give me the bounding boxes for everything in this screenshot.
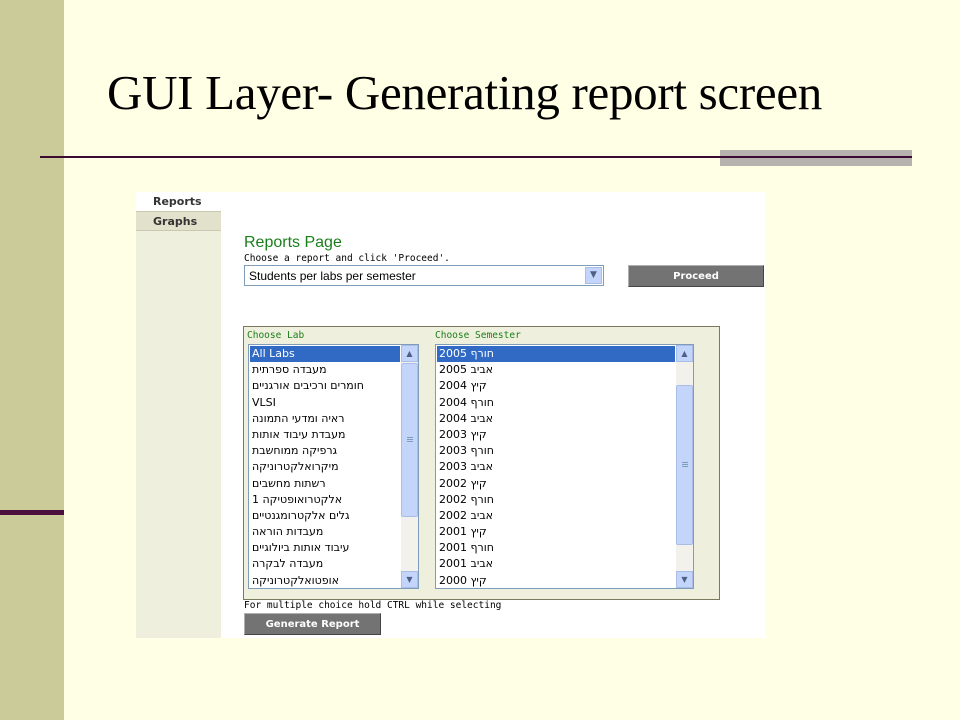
- multi-select-hint: For multiple choice hold CTRL while sele…: [244, 600, 502, 611]
- lab-options: All Labs מעבדה ספרתית חומרים ורכיבים אורגנ…: [250, 346, 400, 588]
- lab-listbox[interactable]: All Labs מעבדה ספרתית חומרים ורכיבים אורגנ…: [248, 344, 419, 589]
- semester-scroll-thumb[interactable]: [676, 385, 693, 545]
- lab-option[interactable]: מעבדות הוראה: [250, 524, 400, 540]
- lab-option[interactable]: רשתות מחשבים: [250, 476, 400, 492]
- semester-option[interactable]: חורף 2002: [437, 492, 675, 508]
- semester-listbox[interactable]: חורף 2005 אביב 2005 קיץ 2004 חורף 2004 אביב …: [435, 344, 694, 589]
- semester-option[interactable]: חורף 2005: [437, 346, 675, 363]
- semester-option[interactable]: אביב 2001: [437, 556, 675, 572]
- lab-scrollbar[interactable]: ▲ ▼: [401, 345, 418, 588]
- semester-option[interactable]: קיץ 2004: [437, 378, 675, 394]
- lab-option[interactable]: עיבוד אותות ביולוגיים: [250, 540, 400, 556]
- proceed-button[interactable]: Proceed: [628, 265, 764, 287]
- semester-option[interactable]: אביב 2004: [437, 411, 675, 427]
- sidebar: Reports Graphs: [136, 192, 221, 638]
- semester-options: חורף 2005 אביב 2005 קיץ 2004 חורף 2004 אביב …: [437, 346, 675, 588]
- lab-option[interactable]: אופטואלקטרוניקה: [250, 573, 400, 588]
- semester-option[interactable]: קיץ 2000: [437, 573, 675, 588]
- semester-option[interactable]: קיץ 2002: [437, 476, 675, 492]
- semester-option[interactable]: אביב 2002: [437, 508, 675, 524]
- slide-band-accent: [0, 510, 64, 515]
- lab-option[interactable]: חומרים ורכיבים אורגניים: [250, 378, 400, 394]
- choose-lab-label: Choose Lab: [247, 330, 305, 341]
- report-type-select[interactable]: Students per labs per semester ▼: [244, 265, 604, 286]
- grip-icon: [407, 437, 413, 442]
- lab-option[interactable]: מעבדה לבקרה: [250, 556, 400, 572]
- arrow-down-icon[interactable]: ▼: [676, 571, 693, 588]
- choose-semester-label: Choose Semester: [435, 330, 521, 341]
- instruction-text: Choose a report and click 'Proceed'.: [244, 253, 450, 264]
- semester-option[interactable]: חורף 2003: [437, 443, 675, 459]
- lab-scroll-thumb[interactable]: [401, 363, 418, 517]
- semester-option[interactable]: קיץ 2003: [437, 427, 675, 443]
- generate-report-button[interactable]: Generate Report: [244, 613, 381, 635]
- lab-option[interactable]: VLSI: [250, 395, 400, 411]
- sidebar-item-reports[interactable]: Reports: [136, 192, 221, 212]
- report-type-value: Students per labs per semester: [249, 269, 416, 283]
- report-app-screenshot: Reports Graphs Reports Page Choose a rep…: [136, 192, 766, 638]
- chevron-down-icon[interactable]: ▼: [585, 267, 602, 284]
- semester-option[interactable]: חורף 2004: [437, 395, 675, 411]
- semester-option[interactable]: קיץ 2001: [437, 524, 675, 540]
- lab-option[interactable]: מעבדת עיבוד אותות: [250, 427, 400, 443]
- lab-option[interactable]: ראיה ומדעי התמונה: [250, 411, 400, 427]
- sidebar-item-graphs[interactable]: Graphs: [136, 211, 221, 231]
- slide-title: GUI Layer- Generating report screen: [107, 65, 822, 120]
- lab-option[interactable]: מיקרואלקטרוניקה: [250, 459, 400, 475]
- lab-option[interactable]: מעבדה ספרתית: [250, 362, 400, 378]
- lab-option[interactable]: All Labs: [250, 346, 400, 363]
- slide-left-band: [0, 0, 64, 720]
- semester-option[interactable]: אביב 2003: [437, 459, 675, 475]
- title-divider-accent: [720, 150, 912, 166]
- grip-icon: [682, 462, 688, 467]
- lab-option[interactable]: גרפיקה ממוחשבת: [250, 443, 400, 459]
- semester-scrollbar[interactable]: ▲ ▼: [676, 345, 693, 588]
- lab-option[interactable]: אלקטרואופטיקה 1: [250, 492, 400, 508]
- semester-option[interactable]: חורף 2001: [437, 540, 675, 556]
- filter-panel: Choose Lab Choose Semester All Labs מעבדה…: [243, 326, 720, 600]
- page-title: Reports Page: [244, 234, 342, 251]
- lab-option[interactable]: גלים אלקטרומגנטיים: [250, 508, 400, 524]
- semester-option[interactable]: אביב 2005: [437, 362, 675, 378]
- arrow-down-icon[interactable]: ▼: [401, 571, 418, 588]
- arrow-up-icon[interactable]: ▲: [676, 345, 693, 362]
- arrow-up-icon[interactable]: ▲: [401, 345, 418, 362]
